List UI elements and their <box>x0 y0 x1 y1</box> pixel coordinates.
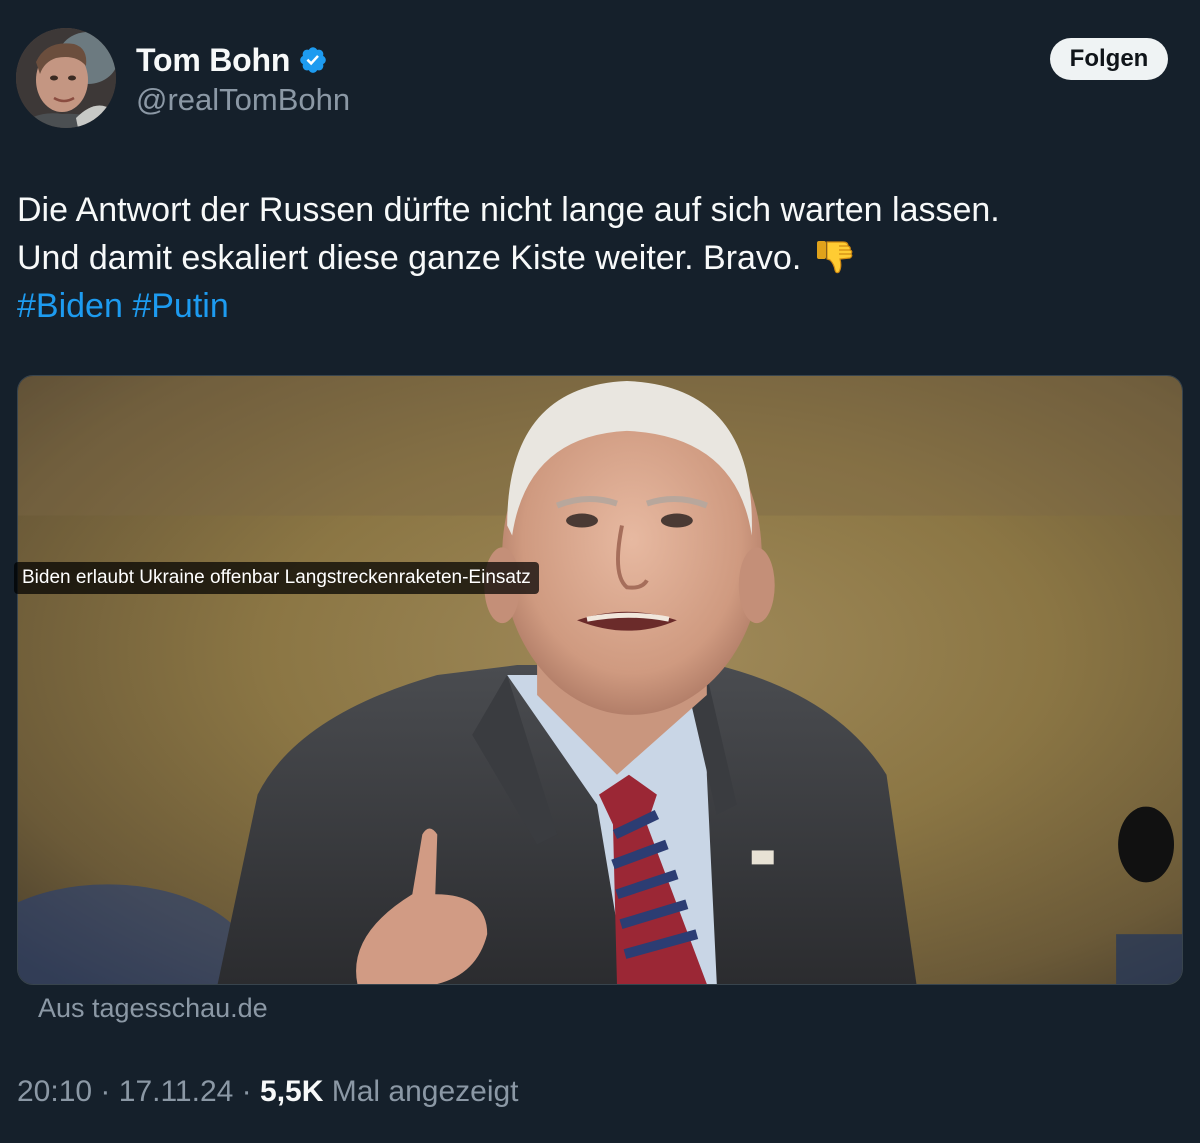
display-name-row: Tom Bohn <box>136 40 328 80</box>
link-card[interactable] <box>17 375 1183 985</box>
hashtag-biden[interactable]: #Biden <box>17 287 123 325</box>
tweet: Tom Bohn @realTomBohn Folgen Die Antwort… <box>0 0 1200 1143</box>
tweet-date[interactable]: 17.11.24 <box>119 1075 234 1108</box>
tweet-hashtags: #Biden #Putin <box>17 282 1177 330</box>
meta-separator-2: · <box>241 1075 252 1108</box>
tweet-text-line-1: Die Antwort der Russen dürfte nicht lang… <box>17 191 1000 229</box>
tweet-time[interactable]: 20:10 <box>17 1075 92 1108</box>
tweet-text-line-2: Und damit eskaliert diese ganze Kiste we… <box>17 239 802 277</box>
follow-button[interactable]: Folgen <box>1050 38 1168 80</box>
display-name[interactable]: Tom Bohn <box>136 42 290 79</box>
tweet-text: Die Antwort der Russen dürfte nicht lang… <box>17 186 1177 330</box>
views-count[interactable]: 5,5K <box>260 1075 323 1108</box>
tweet-meta: 20:10 · 17.11.24 · 5,5K Mal angezeigt <box>17 1075 519 1109</box>
thumbs-down-emoji-icon <box>815 237 855 277</box>
author-handle[interactable]: @realTomBohn <box>136 82 350 118</box>
hashtag-putin[interactable]: #Putin <box>132 287 228 325</box>
author-avatar[interactable] <box>16 28 116 128</box>
card-headline[interactable]: Biden erlaubt Ukraine offenbar Langstrec… <box>14 562 539 594</box>
card-image <box>18 376 1182 984</box>
tweet-text-line-2-wrapper: Und damit eskaliert diese ganze Kiste we… <box>17 234 1177 282</box>
card-source[interactable]: Aus tagesschau.de <box>38 993 268 1024</box>
verified-badge-icon[interactable] <box>298 45 328 75</box>
meta-separator: · <box>100 1075 111 1108</box>
views-label: Mal angezeigt <box>331 1075 519 1108</box>
